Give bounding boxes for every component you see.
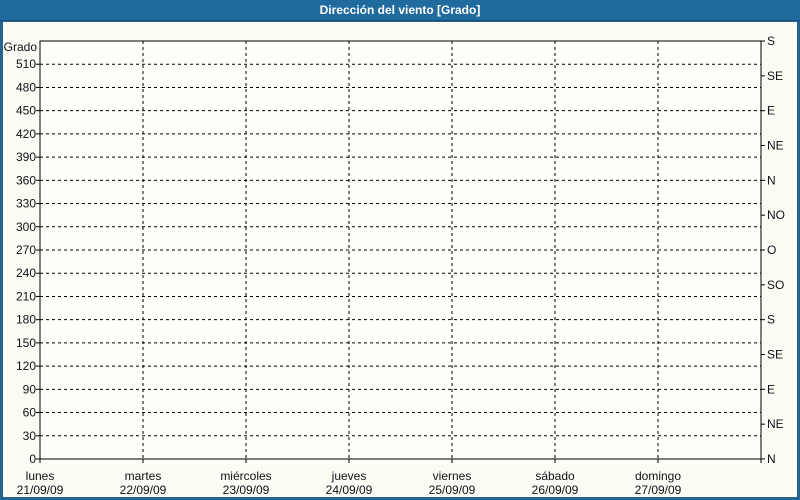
compass-label: NE [767, 139, 784, 153]
x-axis-date-label: 27/09/09 [635, 483, 682, 497]
y-axis-unit-label: Grado [4, 40, 38, 54]
x-axis-day-label: lunes [26, 469, 55, 483]
y-axis-tick-label: 120 [16, 359, 36, 373]
compass-label: S [767, 34, 775, 48]
wind-direction-chart: 0 30 60 90 120 150 180 210 240 270 300 330 360 390 420… [3, 22, 797, 497]
y-axis-tick-label: 0 [29, 452, 36, 466]
compass-label: E [767, 104, 775, 118]
x-axis-day-label: martes [125, 469, 162, 483]
y-axis-tick-label: 300 [16, 220, 36, 234]
x-axis-day-label: miércoles [220, 469, 271, 483]
y-axis-tick-label: 330 [16, 197, 36, 211]
chart-title-bar: Dirección del viento [Grado] [0, 0, 800, 21]
y-axis-tick-label: 480 [16, 80, 36, 94]
x-axis-day-label: jueves [331, 469, 367, 483]
compass-label: E [767, 382, 775, 396]
x-axis-day-label: viernes [433, 469, 472, 483]
compass-label: NE [767, 417, 784, 431]
compass-label: SE [767, 69, 783, 83]
compass-label: N [767, 173, 776, 187]
y-axis-tick-label: 510 [16, 57, 36, 71]
x-axis-date-label: 22/09/09 [120, 483, 167, 497]
y-axis-tick-label: 450 [16, 104, 36, 118]
x-axis-day-label: domingo [635, 469, 681, 483]
compass-label: N [767, 452, 776, 466]
compass-label: S [767, 313, 775, 327]
compass-label: SO [767, 278, 784, 292]
x-axis-date-label: 26/09/09 [532, 483, 579, 497]
chart-title: Dirección del viento [Grado] [320, 3, 481, 17]
x-axis-day-label: sábado [535, 469, 575, 483]
y-axis-tick-label: 180 [16, 313, 36, 327]
x-axis-date-label: 25/09/09 [429, 483, 476, 497]
y-axis-tick-label: 240 [16, 266, 36, 280]
compass-label: O [767, 243, 776, 257]
y-axis-tick-label: 390 [16, 150, 36, 164]
x-axis-date-label: 23/09/09 [223, 483, 270, 497]
x-axis-date-label: 21/09/09 [17, 483, 64, 497]
y-axis-tick-label: 150 [16, 336, 36, 350]
compass-label: SE [767, 348, 783, 362]
y-axis-tick-label: 270 [16, 243, 36, 257]
compass-label: NO [767, 208, 785, 222]
y-axis-tick-label: 210 [16, 289, 36, 303]
y-axis-tick-label: 360 [16, 173, 36, 187]
wind-direction-chart-window: Dirección del viento [Grado] 0 30 60 90 120 1… [0, 0, 800, 500]
y-axis-tick-label: 420 [16, 127, 36, 141]
chart-area: 0 30 60 90 120 150 180 210 240 270 300 330 360 390 420… [3, 22, 797, 497]
y-axis-tick-label: 30 [23, 429, 37, 443]
x-axis-date-label: 24/09/09 [326, 483, 373, 497]
y-axis-tick-label: 60 [23, 406, 37, 420]
y-axis-tick-label: 90 [23, 382, 37, 396]
